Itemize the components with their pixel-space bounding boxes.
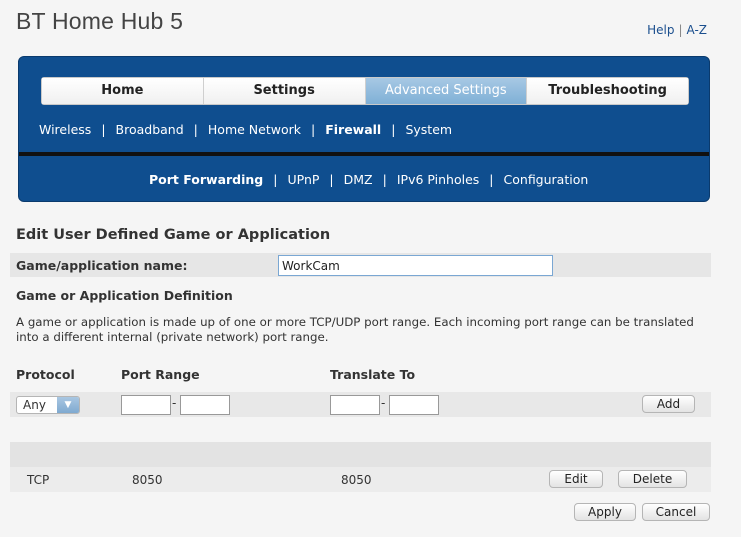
port-range-end-input[interactable] bbox=[180, 395, 230, 415]
subnav-upnp[interactable]: UPnP bbox=[287, 172, 319, 187]
subnav-separator: | bbox=[329, 172, 334, 187]
translate-to-header: Translate To bbox=[330, 367, 416, 382]
rule-protocol: TCP bbox=[27, 473, 50, 487]
protocol-header: Protocol bbox=[16, 367, 75, 382]
subnav-port-forwarding[interactable]: Port Forwarding bbox=[149, 172, 263, 187]
translate-end-input[interactable] bbox=[389, 395, 439, 415]
subnav-wireless[interactable]: Wireless bbox=[39, 122, 91, 137]
tab-settings[interactable]: Settings bbox=[203, 78, 366, 104]
page-title: BT Home Hub 5 bbox=[16, 8, 184, 34]
delete-button[interactable]: Delete bbox=[618, 470, 687, 488]
rule-translate-to: 8050 bbox=[341, 473, 372, 487]
nav-divider bbox=[19, 152, 709, 156]
name-row: Game/application name: bbox=[10, 253, 711, 277]
game-name-input[interactable] bbox=[278, 255, 553, 276]
port-range-header: Port Range bbox=[121, 367, 200, 382]
subnav-configuration[interactable]: Configuration bbox=[504, 172, 589, 187]
subnav-separator: | bbox=[273, 172, 278, 187]
subnav-secondary: Port Forwarding | UPnP | DMZ | IPv6 Pinh… bbox=[149, 172, 588, 187]
add-button[interactable]: Add bbox=[642, 395, 695, 413]
rules-table-header bbox=[10, 442, 711, 467]
translate-start-input[interactable] bbox=[330, 395, 380, 415]
help-link[interactable]: Help bbox=[647, 23, 674, 37]
edit-button[interactable]: Edit bbox=[549, 470, 603, 488]
chevron-down-icon: ▼ bbox=[57, 397, 79, 413]
definition-title: Game or Application Definition bbox=[16, 288, 233, 303]
link-separator: | bbox=[678, 23, 683, 37]
subnav-dmz[interactable]: DMZ bbox=[344, 172, 373, 187]
range-separator: - bbox=[381, 396, 386, 410]
subnav-firewall[interactable]: Firewall bbox=[325, 122, 381, 137]
subnav-separator: | bbox=[101, 122, 106, 137]
cancel-button[interactable]: Cancel bbox=[642, 503, 710, 521]
main-tabs: Home Settings Advanced Settings Troubles… bbox=[41, 77, 689, 105]
tab-home[interactable]: Home bbox=[42, 78, 204, 104]
subnav-separator: | bbox=[489, 172, 494, 187]
protocol-select[interactable]: Any ▼ bbox=[16, 396, 80, 414]
tab-troubleshooting[interactable]: Troubleshooting bbox=[527, 78, 688, 104]
subnav-separator: | bbox=[193, 122, 198, 137]
subnav-separator: | bbox=[391, 122, 396, 137]
table-row: TCP 8050 8050 Edit Delete bbox=[10, 467, 711, 492]
subnav-separator: | bbox=[310, 122, 316, 137]
navigation-panel: Home Settings Advanced Settings Troubles… bbox=[18, 56, 710, 202]
subnav-primary: Wireless | Broadband | Home Network | Fi… bbox=[39, 122, 452, 137]
definition-description: A game or application is made up of one … bbox=[16, 315, 706, 345]
description-line-1: A game or application is made up of one … bbox=[16, 315, 694, 329]
port-range-start-input[interactable] bbox=[121, 395, 171, 415]
top-links: Help | A-Z bbox=[647, 23, 707, 37]
new-rule-row: Any ▼ - - Add bbox=[10, 392, 711, 417]
tab-advanced-settings[interactable]: Advanced Settings bbox=[365, 78, 528, 104]
rule-port-range: 8050 bbox=[132, 473, 163, 487]
description-line-2: into a different internal (private netwo… bbox=[16, 330, 329, 344]
apply-button[interactable]: Apply bbox=[574, 503, 636, 521]
a-z-link[interactable]: A-Z bbox=[687, 23, 708, 37]
subnav-system[interactable]: System bbox=[405, 122, 452, 137]
subnav-ipv6-pinholes[interactable]: IPv6 Pinholes bbox=[397, 172, 479, 187]
protocol-selected-value: Any bbox=[23, 398, 46, 412]
section-title: Edit User Defined Game or Application bbox=[16, 227, 331, 243]
subnav-separator: | bbox=[382, 172, 387, 187]
range-separator: - bbox=[172, 396, 177, 410]
name-label: Game/application name: bbox=[16, 258, 188, 273]
subnav-home-network[interactable]: Home Network bbox=[208, 122, 301, 137]
subnav-broadband[interactable]: Broadband bbox=[116, 122, 184, 137]
